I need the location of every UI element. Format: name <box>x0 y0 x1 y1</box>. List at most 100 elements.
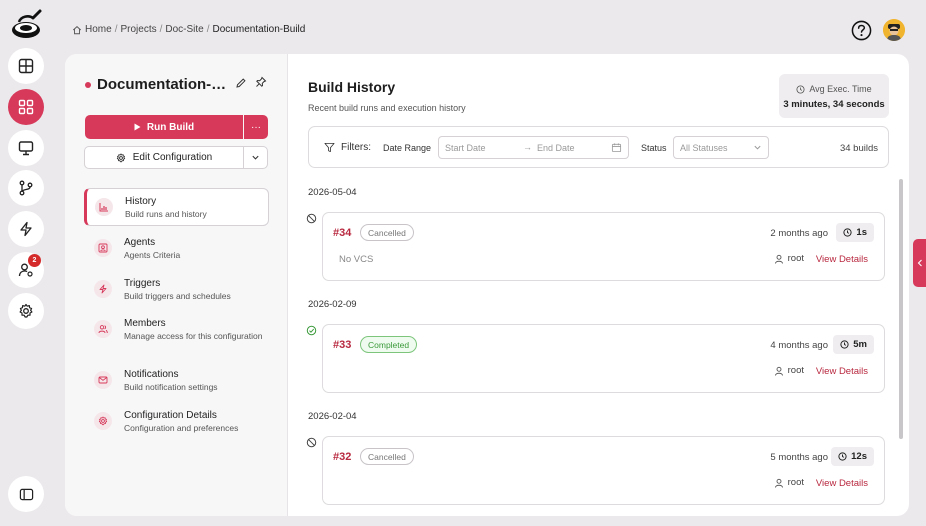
nav-item-history[interactable]: History Build runs and history <box>84 188 269 226</box>
filter-icon <box>324 142 335 153</box>
clock-icon <box>840 340 849 349</box>
breadcrumb-current: Documentation-Build <box>212 24 306 35</box>
end-date-input[interactable]: End Date <box>537 143 575 153</box>
nav-sub: Build notification settings <box>124 382 218 392</box>
user-icon <box>774 366 783 376</box>
cancelled-icon <box>306 437 317 448</box>
rail-lightning-button[interactable] <box>8 211 44 247</box>
build-id[interactable]: #32 <box>333 451 351 463</box>
date-header: 2026-05-04 <box>308 187 357 198</box>
build-id[interactable]: #34 <box>333 227 351 239</box>
help-icon[interactable] <box>851 20 872 41</box>
run-more-button[interactable]: ··· <box>244 115 268 139</box>
vcs-info: No VCS <box>339 254 374 265</box>
avg-exec-time-card: Avg Exec. Time 3 minutes, 34 seconds <box>779 74 889 118</box>
date-range-label: Date Range <box>383 143 432 153</box>
view-details-link[interactable]: View Details <box>816 254 868 265</box>
rail-monitor-button[interactable] <box>8 130 44 166</box>
date-header: 2026-02-04 <box>308 411 357 422</box>
breadcrumb-projects[interactable]: Projects <box>120 24 156 35</box>
nav-sub: Agents Criteria <box>124 250 181 260</box>
edit-configuration-button[interactable]: Edit Configuration <box>84 146 244 169</box>
build-card[interactable]: #32 Cancelled 5 months ago 12s root View… <box>322 436 885 505</box>
members-icon <box>94 320 112 338</box>
user-avatar-icon <box>883 19 905 41</box>
edit-configuration-dropdown[interactable] <box>243 146 268 169</box>
agent-icon <box>94 239 112 257</box>
pin-icon[interactable] <box>255 76 267 88</box>
view-details-link[interactable]: View Details <box>816 478 868 489</box>
build-time-ago: 5 months ago <box>770 452 828 463</box>
build-card[interactable]: #34 Cancelled 2 months ago 1s No VCS roo… <box>322 212 885 281</box>
rail-dashboard-button[interactable] <box>8 48 44 84</box>
calendar-icon[interactable] <box>611 142 622 153</box>
gear-icon <box>116 153 125 162</box>
project-status-dot <box>85 82 91 88</box>
chevron-left-icon <box>917 259 922 267</box>
breadcrumb-home[interactable]: Home <box>85 24 112 35</box>
dashboard-icon <box>18 58 34 74</box>
build-card[interactable]: #33 Completed 4 months ago 5m root View … <box>322 324 885 393</box>
lightning-icon <box>94 280 112 298</box>
user-icon <box>774 478 783 488</box>
nav-sub: Build runs and history <box>125 209 207 219</box>
edit-configuration-label: Edit Configuration <box>132 152 213 163</box>
nav-label: Notifications <box>124 369 179 380</box>
collapse-panel-tab[interactable] <box>913 239 926 287</box>
filters-label: Filters: <box>341 142 371 153</box>
duration-badge: 5m <box>833 335 874 354</box>
build-user-name: root <box>787 253 804 264</box>
rail-git-button[interactable] <box>8 170 44 206</box>
nav-item-agents[interactable]: Agents Agents Criteria <box>84 230 269 268</box>
view-details-link[interactable]: View Details <box>816 366 868 377</box>
nav-item-configuration-details[interactable]: Configuration Details Configuration and … <box>84 403 269 441</box>
build-user: root <box>774 253 804 264</box>
date-range-picker[interactable]: Start Date → End Date <box>438 136 629 159</box>
nav-label: Members <box>124 318 166 329</box>
duration-badge: 12s <box>831 447 874 466</box>
status-badge: Completed <box>360 336 418 353</box>
nav-item-notifications[interactable]: Notifications Build notification setting… <box>84 362 269 400</box>
build-id[interactable]: #33 <box>333 339 351 351</box>
build-list: 2026-05-04 #34 Cancelled 2 months ago 1s… <box>289 182 899 516</box>
project-title: Documentation-Build <box>97 76 229 93</box>
completed-icon <box>306 325 317 336</box>
scrollbar-thumb[interactable] <box>899 179 903 439</box>
home-icon <box>72 25 82 34</box>
build-time-ago: 4 months ago <box>770 340 828 351</box>
status-badge: Cancelled <box>360 448 414 465</box>
build-user: root <box>774 365 804 376</box>
monitor-icon <box>18 141 34 156</box>
rail-settings-button[interactable] <box>8 293 44 329</box>
nav-item-members[interactable]: Members Manage access for this configura… <box>84 311 269 355</box>
builds-count: 34 builds <box>839 143 878 154</box>
sidebar-toggle-icon <box>19 488 33 500</box>
build-user: root <box>774 477 804 488</box>
build-user-name: root <box>787 477 804 488</box>
pencil-icon[interactable] <box>235 77 247 89</box>
build-time-ago: 2 months ago <box>770 228 828 239</box>
avatar[interactable] <box>883 19 905 41</box>
rail-sidebar-toggle-button[interactable] <box>8 476 44 512</box>
nav-label: Agents <box>124 237 156 248</box>
chart-icon <box>95 198 113 216</box>
page-title: Build History <box>308 79 396 95</box>
nav-sub: Manage access for this configuration <box>124 331 263 341</box>
run-build-button[interactable]: Run Build <box>85 115 243 139</box>
clock-icon <box>796 84 805 94</box>
play-icon <box>134 123 141 131</box>
status-label: Status <box>641 143 667 153</box>
filters-bar: Filters: Date Range Start Date → End Dat… <box>308 126 889 168</box>
breadcrumb-separator: / <box>206 24 210 35</box>
clock-icon <box>838 452 847 461</box>
status-select[interactable]: All Statuses <box>673 136 769 159</box>
start-date-input[interactable]: Start Date <box>445 143 486 153</box>
avg-exec-time-label: Avg Exec. Time <box>809 84 872 94</box>
breadcrumb-project[interactable]: Doc-Site <box>165 24 203 35</box>
pan-logo-icon[interactable] <box>9 8 43 42</box>
nav-sub: Configuration and preferences <box>124 423 239 433</box>
page-subtitle: Recent build runs and execution history <box>308 103 466 113</box>
status-select-value: All Statuses <box>680 143 728 153</box>
nav-item-triggers[interactable]: Triggers Build triggers and schedules <box>84 271 269 309</box>
rail-apps-button[interactable] <box>8 89 44 125</box>
